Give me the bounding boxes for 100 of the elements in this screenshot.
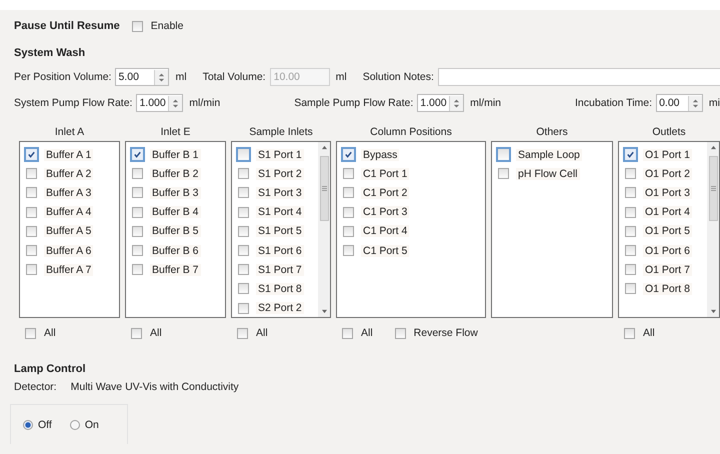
scrollbar-thumb[interactable] — [320, 156, 328, 221]
checkbox[interactable] — [625, 283, 636, 294]
scroll-up-arrow-icon[interactable] — [320, 145, 328, 150]
scroll-down-arrow-icon[interactable] — [320, 309, 328, 314]
detector-value: Multi Wave UV-Vis with Conductivity — [70, 381, 239, 393]
list-item-label: C1 Port 5 — [361, 244, 410, 257]
spinner-button[interactable] — [154, 70, 168, 84]
checkbox[interactable] — [238, 226, 249, 237]
list-item-label: Buffer A 5 — [44, 225, 94, 238]
checkbox[interactable] — [343, 226, 354, 237]
list-item-label: O1 Port 8 — [643, 282, 692, 295]
scrollbar-thumb[interactable] — [708, 156, 718, 221]
checkbox[interactable] — [496, 147, 511, 162]
checkbox[interactable] — [343, 168, 354, 180]
unit-label: ml/min — [470, 97, 502, 109]
field-label: Sample Pump Flow Rate: — [294, 97, 414, 109]
checkbox[interactable] — [26, 187, 37, 198]
spinner-button[interactable] — [688, 96, 702, 110]
radio-button[interactable] — [23, 420, 33, 430]
scrollbar[interactable] — [318, 142, 330, 317]
unit-label: ml — [175, 71, 187, 83]
checkbox[interactable] — [25, 328, 36, 338]
scrollbar[interactable] — [707, 142, 719, 317]
checkbox[interactable] — [625, 168, 636, 180]
checkbox[interactable] — [26, 245, 37, 256]
list-title: Sample Inlets — [249, 125, 313, 140]
checkbox[interactable] — [238, 206, 249, 218]
list-item-label: O1 Port 6 — [643, 244, 692, 257]
list-item-label: S1 Port 3 — [256, 186, 304, 199]
radio-label: On — [84, 418, 99, 430]
up-down-arrows-icon — [158, 72, 166, 82]
checkbox[interactable] — [625, 187, 636, 198]
spinner-button[interactable] — [168, 96, 182, 110]
checkbox[interactable] — [132, 168, 143, 180]
grip-lines-icon — [710, 186, 716, 191]
checkbox[interactable] — [24, 147, 39, 162]
checkbox[interactable] — [26, 206, 37, 218]
list-item-label: S2 Port 2 — [256, 302, 304, 314]
checkbox[interactable] — [238, 245, 249, 256]
checkmark-icon — [344, 150, 353, 160]
field-label: Solution Notes: — [362, 71, 434, 83]
checkbox[interactable] — [132, 226, 143, 237]
notes-field[interactable] — [438, 68, 720, 86]
checkbox[interactable] — [236, 147, 251, 162]
number-field[interactable]: 0.00 — [656, 94, 703, 112]
checkbox[interactable] — [498, 168, 509, 180]
list-item-label: O1 Port 7 — [643, 264, 692, 276]
checkbox[interactable] — [238, 187, 249, 198]
list-item-label: Buffer A 2 — [44, 168, 94, 180]
spinner-button[interactable] — [449, 96, 464, 110]
checkbox[interactable] — [132, 187, 143, 198]
checkbox[interactable] — [26, 168, 37, 180]
field-label: Incubation Time: — [575, 97, 652, 109]
checkbox[interactable] — [237, 328, 248, 338]
checkbox[interactable] — [342, 328, 353, 338]
checkbox[interactable] — [26, 264, 37, 276]
checkbox[interactable] — [238, 168, 249, 180]
checkbox[interactable] — [131, 328, 142, 338]
list-item-label: C1 Port 3 — [361, 206, 410, 218]
list-item-label: S1 Port 7 — [256, 264, 304, 276]
checkbox[interactable] — [394, 328, 406, 338]
list-item-label: Bypass — [361, 148, 400, 161]
checkbox[interactable] — [343, 187, 354, 198]
list-item-label: Buffer A 7 — [44, 264, 94, 276]
list-item-label: Sample Loop — [516, 148, 582, 161]
checkbox[interactable] — [238, 302, 249, 314]
checkbox-label: All — [44, 327, 56, 339]
checkbox[interactable] — [625, 264, 636, 276]
number-field[interactable]: 1.000 — [417, 94, 464, 112]
list-item-label: C1 Port 4 — [361, 225, 410, 238]
checkbox-label: All — [256, 327, 268, 339]
field-label: Detector: — [14, 381, 57, 393]
list-item-label: Buffer B 4 — [150, 206, 201, 218]
checkbox[interactable] — [625, 245, 636, 256]
grip-lines-icon — [322, 186, 326, 191]
checkbox[interactable] — [623, 147, 638, 162]
checkbox-label: All — [150, 327, 162, 339]
checkbox[interactable] — [238, 283, 249, 294]
checkbox[interactable] — [343, 245, 354, 256]
checkbox-label: All — [643, 327, 655, 339]
checkbox[interactable] — [625, 226, 636, 237]
checkbox[interactable] — [341, 147, 356, 162]
checkbox[interactable] — [132, 20, 143, 32]
checkbox[interactable] — [624, 328, 635, 338]
section-title: Lamp Control — [14, 363, 86, 375]
checkbox[interactable] — [130, 147, 145, 162]
checkbox[interactable] — [625, 206, 636, 218]
checkbox[interactable] — [238, 264, 249, 276]
checkbox-label: All — [361, 327, 373, 339]
checkbox[interactable] — [26, 226, 37, 237]
scroll-down-arrow-icon[interactable] — [710, 309, 716, 314]
number-field[interactable]: 1.000 — [136, 94, 184, 112]
scroll-up-arrow-icon[interactable] — [710, 145, 716, 150]
checkbox[interactable] — [132, 206, 143, 218]
checkbox[interactable] — [132, 245, 143, 256]
list-title: Inlet A — [54, 125, 84, 140]
number-field[interactable]: 5.00 — [115, 68, 170, 86]
radio-button[interactable] — [70, 420, 80, 430]
checkbox[interactable] — [132, 264, 143, 276]
checkbox[interactable] — [343, 206, 354, 218]
